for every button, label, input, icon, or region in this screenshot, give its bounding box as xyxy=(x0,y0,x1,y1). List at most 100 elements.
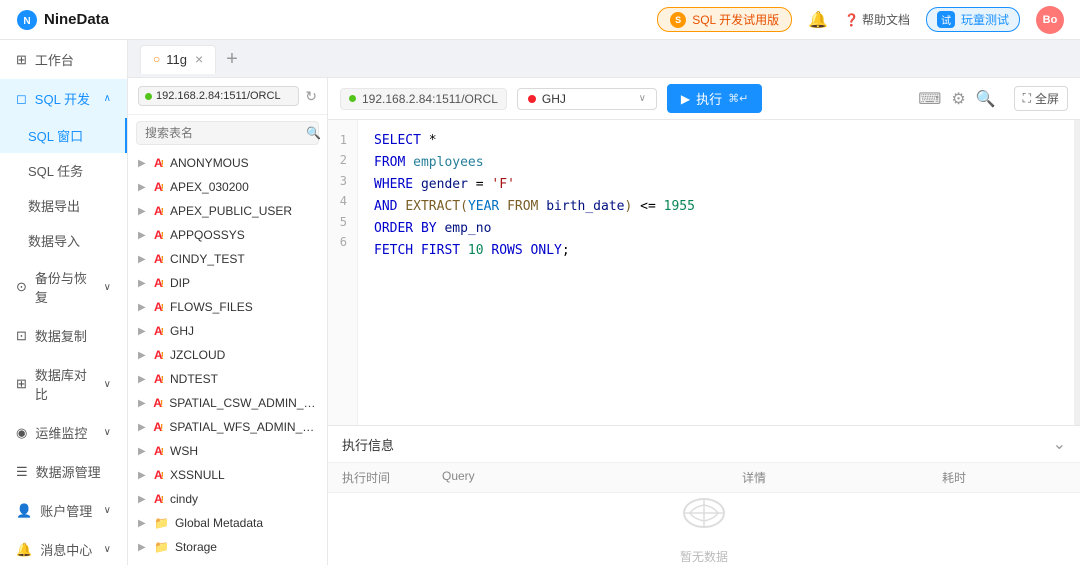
workspace: 192.168.2.84:1511/ORCL ↻ 🔍 ▶A!ANONYMOUS▶… xyxy=(128,78,1080,565)
bell-btn[interactable]: 🔔 xyxy=(808,10,828,30)
tree-arrow-icon: ▶ xyxy=(138,494,148,505)
schema-tree: ▶A!ANONYMOUS▶A!APEX_030200▶A!APEX_PUBLIC… xyxy=(128,151,327,565)
sql-dev-icon: ◻ xyxy=(16,91,27,107)
sidebar-item-notifications[interactable]: 🔔 消息中心 ∨ xyxy=(0,530,127,565)
tree-item-label: XSSNULL xyxy=(170,468,225,482)
backup-icon: ⊙ xyxy=(16,279,27,295)
code-editor[interactable]: 1 2 3 4 5 6 SELECT * FROM employees WHER… xyxy=(328,120,1080,425)
tab-db-icon: ○ xyxy=(153,52,160,66)
tree-item[interactable]: ▶A!SPATIAL_CSW_ADMIN_USR xyxy=(128,391,327,415)
search-editor-icon[interactable]: 🔍 xyxy=(976,89,996,109)
tree-arrow-icon: ▶ xyxy=(138,542,148,553)
tab-label: 11g xyxy=(166,52,187,67)
connection-info[interactable]: 192.168.2.84:1511/ORCL xyxy=(138,86,299,106)
empty-text: 暂无数据 xyxy=(680,548,728,565)
help-link[interactable]: ❓ 帮助文档 xyxy=(844,11,910,28)
code-content[interactable]: SELECT * FROM employees WHERE gender = '… xyxy=(358,120,1074,425)
sidebar-item-sql-dev[interactable]: ◻ SQL 开发 ∧ xyxy=(0,79,127,118)
schema-toolbar: 192.168.2.84:1511/ORCL ↻ xyxy=(128,78,327,115)
tree-item[interactable]: ▶A!FLOWS_FILES xyxy=(128,295,327,319)
sidebar-sub-item-data-export[interactable]: 数据导出 xyxy=(0,188,127,223)
sidebar-item-monitoring[interactable]: ◉ 运维监控 ∨ xyxy=(0,413,127,452)
tree-item-label: APPQOSSYS xyxy=(170,228,245,242)
tree-item[interactable]: ▶📁Security xyxy=(128,559,327,565)
tree-arrow-icon: ▶ xyxy=(138,254,148,265)
fullscreen-icon: ⛶ xyxy=(1023,91,1031,106)
col-query: Query xyxy=(442,469,742,486)
sidebar-item-account[interactable]: 👤 账户管理 ∨ xyxy=(0,491,127,530)
sidebar: ⊞ 工作台 ◻ SQL 开发 ∧ SQL 窗口 SQL 任务 数据导出 数据导入… xyxy=(0,40,128,565)
tree-item[interactable]: ▶📁Storage xyxy=(128,535,327,559)
settings-icon[interactable]: ⚙ xyxy=(951,89,965,109)
tree-arrow-icon: ▶ xyxy=(138,230,148,241)
tree-item-label: FLOWS_FILES xyxy=(170,300,253,314)
chevron-icon4: ∨ xyxy=(104,544,111,555)
tree-item[interactable]: ▶A!CINDY_TEST xyxy=(128,247,327,271)
schema-name: GHJ xyxy=(542,92,566,106)
tree-item[interactable]: ▶A!APEX_PUBLIC_USER xyxy=(128,199,327,223)
badge-label: SQL 开发试用版 xyxy=(692,11,779,28)
tree-item[interactable]: ▶A!GHJ xyxy=(128,319,327,343)
tree-item[interactable]: ▶A!SPATIAL_WFS_ADMIN_USR xyxy=(128,415,327,439)
tree-node-icon: A! xyxy=(154,492,164,506)
tree-item[interactable]: ▶A!cindy xyxy=(128,487,327,511)
tree-node-icon: A! xyxy=(154,324,164,338)
tree-node-icon: A! xyxy=(154,252,164,266)
sidebar-item-ds-mgmt[interactable]: ☰ 数据源管理 xyxy=(0,452,127,491)
sidebar-item-data-replicate[interactable]: ⊡ 数据复制 xyxy=(0,316,127,355)
tree-item[interactable]: ▶A!NDTEST xyxy=(128,367,327,391)
replicate-label: 数据复制 xyxy=(35,326,87,345)
tree-item[interactable]: ▶📁Global Metadata xyxy=(128,511,327,535)
tree-item[interactable]: ▶A!APEX_030200 xyxy=(128,175,327,199)
sidebar-sub-item-sql-window[interactable]: SQL 窗口 xyxy=(0,118,127,153)
tree-item[interactable]: ▶A!JZCLOUD xyxy=(128,343,327,367)
tree-arrow-icon: ▶ xyxy=(138,182,148,193)
sidebar-sub-item-sql-task[interactable]: SQL 任务 xyxy=(0,153,127,188)
compare-icon: ⊞ xyxy=(16,376,27,392)
schema-search-input[interactable] xyxy=(145,126,300,140)
tree-item[interactable]: ▶ A! APPQOSSYS xyxy=(128,223,327,247)
tab-11g[interactable]: ○ 11g × xyxy=(140,45,216,74)
connection-badge[interactable]: 192.168.2.84:1511/ORCL xyxy=(340,88,507,110)
results-expand-icon[interactable]: ⌄ xyxy=(1053,434,1066,454)
tree-node-icon: A! xyxy=(154,348,164,362)
monitoring-icon: ◉ xyxy=(16,425,27,441)
refresh-icon[interactable]: ↻ xyxy=(305,88,317,105)
tree-node-icon: 📁 xyxy=(154,516,169,530)
tree-node-icon: A! xyxy=(154,228,164,242)
schema-select-dropdown[interactable]: GHJ ∨ xyxy=(517,88,657,110)
test-badge[interactable]: 试 玩童测试 xyxy=(926,7,1020,32)
tree-item-label: JZCLOUD xyxy=(170,348,225,362)
conn-text: 192.168.2.84:1511/ORCL xyxy=(362,92,498,106)
sidebar-sub-item-data-import[interactable]: 数据导入 xyxy=(0,223,127,258)
scroll-track[interactable] xyxy=(1074,120,1080,425)
tree-node-icon: 📁 xyxy=(154,540,169,554)
tree-node-icon: A! xyxy=(154,372,164,386)
tree-node-icon: A! xyxy=(154,300,164,314)
tree-item-label: WSH xyxy=(170,444,198,458)
format-icon[interactable]: ⌨ xyxy=(918,89,941,109)
run-button[interactable]: ▶ 执行 ⌘↵ xyxy=(667,84,762,113)
avatar-btn[interactable]: Bo xyxy=(1036,6,1064,34)
sidebar-item-workbench[interactable]: ⊞ 工作台 xyxy=(0,40,127,79)
logo[interactable]: N NineData xyxy=(16,9,109,31)
sql-task-label: SQL 任务 xyxy=(28,161,83,180)
tree-item[interactable]: ▶A!DIP xyxy=(128,271,327,295)
tree-node-icon: A! xyxy=(154,276,164,290)
tree-item[interactable]: ▶A!ANONYMOUS xyxy=(128,151,327,175)
tab-add-btn[interactable]: + xyxy=(220,49,244,69)
editor-toolbar: 192.168.2.84:1511/ORCL GHJ ∨ ▶ 执行 ⌘↵ ⌨ xyxy=(328,78,1080,120)
schema-search-icon[interactable]: 🔍 xyxy=(306,126,321,140)
sql-trial-badge[interactable]: S SQL 开发试用版 xyxy=(657,7,792,32)
fullscreen-btn[interactable]: ⛶ 全屏 xyxy=(1014,86,1068,111)
sidebar-item-db-compare[interactable]: ⊞ 数据库对比 ∨ xyxy=(0,355,127,413)
tree-item[interactable]: ▶A!XSSNULL xyxy=(128,463,327,487)
tree-node-icon: A! xyxy=(154,204,164,218)
schema-panel: 192.168.2.84:1511/ORCL ↻ 🔍 ▶A!ANONYMOUS▶… xyxy=(128,78,328,565)
chevron-up-icon: ∧ xyxy=(104,93,111,104)
content: ○ 11g × + 192.168.2.84:1511/ORCL ↻ xyxy=(128,40,1080,565)
tab-close-btn[interactable]: × xyxy=(195,52,203,66)
tree-item[interactable]: ▶A!WSH xyxy=(128,439,327,463)
sidebar-item-backup[interactable]: ⊙ 备份与恢复 ∨ xyxy=(0,258,127,316)
empty-icon xyxy=(680,493,728,542)
